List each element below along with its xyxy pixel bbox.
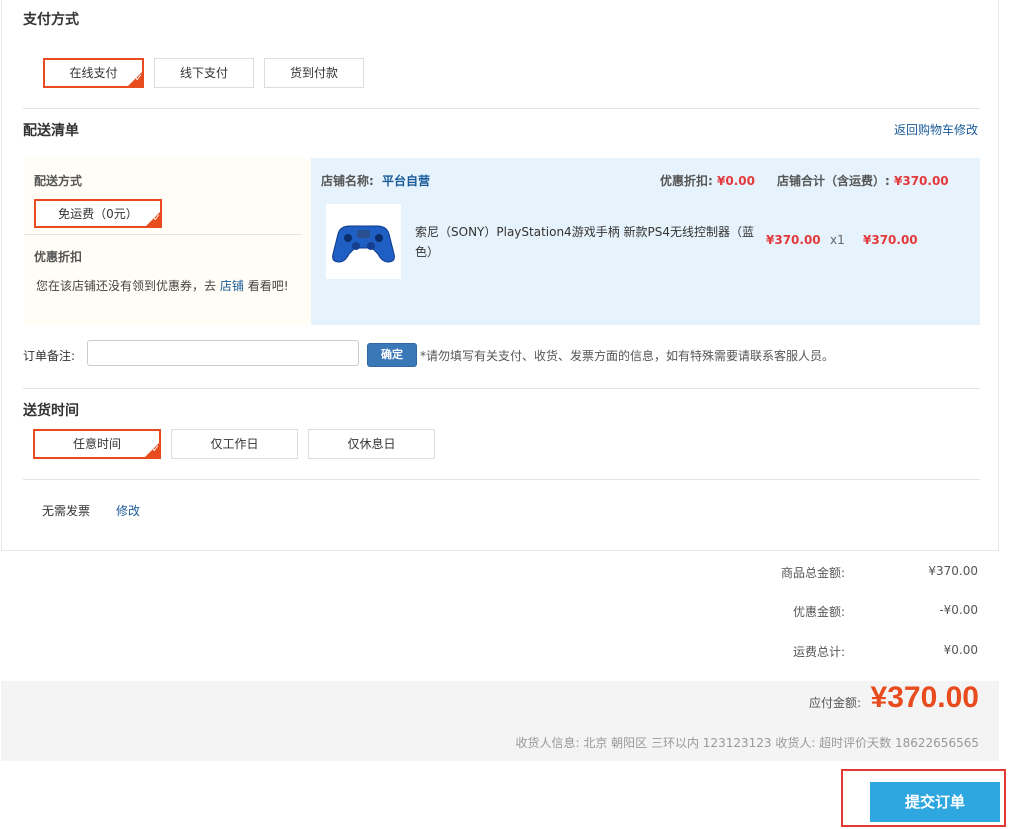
store-label: 店铺名称: bbox=[321, 174, 374, 188]
order-main-panel: 支付方式 在线支付 线下支付 货到付款 配送清单 返回购物车修改 配送方式 免运… bbox=[1, 0, 999, 551]
shipping-total-label: 运费总计: bbox=[792, 645, 845, 659]
goods-total-label: 商品总金额: bbox=[780, 566, 845, 580]
delivery-time-label: 任意时间 bbox=[72, 437, 121, 451]
product-price: ¥370.00 bbox=[766, 233, 821, 247]
back-to-cart-link[interactable]: 返回购物车修改 bbox=[894, 121, 978, 138]
check-icon bbox=[143, 441, 161, 459]
payment-option-cod[interactable]: 货到付款 bbox=[264, 58, 364, 88]
store-name-label: 店铺名称: 平台自营 bbox=[321, 172, 430, 189]
payable-value: ¥370.00 bbox=[870, 681, 979, 714]
shipping-method-label: 配送方式 bbox=[34, 174, 83, 188]
delivery-time-weekdays[interactable]: 仅工作日 bbox=[171, 429, 298, 459]
delivery-time-weekends[interactable]: 仅休息日 bbox=[308, 429, 435, 459]
payable-label: 应付金额: bbox=[808, 696, 861, 710]
discount-amount-value: -¥0.00 bbox=[939, 603, 978, 617]
shipping-option-free[interactable]: 免运费（0元） bbox=[34, 199, 162, 228]
remark-label: 订单备注: bbox=[23, 349, 76, 363]
delivery-time-label: 仅工作日 bbox=[210, 437, 259, 451]
submit-order-button[interactable]: 提交订单 bbox=[870, 782, 1000, 822]
remark-input[interactable] bbox=[87, 340, 359, 366]
store-discount-label: 优惠折扣: bbox=[660, 174, 713, 188]
invoice-text: 无需发票 bbox=[42, 504, 91, 518]
store-discount-value: ¥0.00 bbox=[717, 174, 755, 188]
delivery-time-label: 仅休息日 bbox=[347, 437, 396, 451]
divider bbox=[23, 479, 980, 480]
store-link[interactable]: 店铺 bbox=[220, 279, 244, 293]
goods-total-value: ¥370.00 bbox=[928, 564, 978, 578]
delivery-time-any[interactable]: 任意时间 bbox=[33, 429, 161, 459]
store-total-value: ¥370.00 bbox=[894, 174, 949, 188]
payment-option-online[interactable]: 在线支付 bbox=[43, 58, 144, 88]
discount-label: 优惠折扣 bbox=[34, 250, 83, 264]
store-name-link[interactable]: 平台自营 bbox=[382, 174, 430, 188]
remark-confirm-button[interactable]: 确定 bbox=[367, 343, 417, 367]
gamepad-icon bbox=[326, 204, 401, 279]
delivery-time-title: 送货时间 bbox=[23, 403, 79, 419]
payment-section-title: 支付方式 bbox=[23, 12, 79, 28]
store-items-panel: 店铺名称: 平台自营 优惠折扣: ¥0.00 店铺合计（含运费）: ¥370.0… bbox=[311, 158, 980, 325]
submit-highlight: 提交订单 bbox=[841, 769, 1006, 827]
payment-option-offline[interactable]: 线下支付 bbox=[154, 58, 254, 88]
shipping-option-label: 免运费（0元） bbox=[58, 207, 138, 221]
payment-option-label: 货到付款 bbox=[289, 66, 338, 80]
shipping-options-panel: 配送方式 免运费（0元） 优惠折扣 您在该店铺还没有领到优惠券，去 店铺 看看吧… bbox=[24, 158, 311, 325]
product-image[interactable] bbox=[326, 204, 401, 279]
discount-note: 您在该店铺还没有领到优惠券，去 店铺 看看吧! bbox=[36, 277, 289, 294]
product-subtotal: ¥370.00 bbox=[863, 233, 918, 247]
receiver-info: 收货人信息: 北京 朝阳区 三环以内 123123123 收货人: 超时评价天数… bbox=[515, 736, 980, 750]
product-qty: x1 bbox=[830, 233, 845, 247]
discount-note-suffix: 看看吧! bbox=[247, 279, 289, 293]
product-name[interactable]: 索尼（SONY）PlayStation4游戏手柄 新款PS4无线控制器（蓝色） bbox=[415, 222, 755, 262]
divider bbox=[23, 108, 980, 109]
discount-note-text: 您在该店铺还没有领到优惠券，去 bbox=[36, 279, 217, 293]
check-icon bbox=[144, 210, 162, 228]
payable-panel: 应付金额: ¥370.00 收货人信息: 北京 朝阳区 三环以内 1231231… bbox=[1, 681, 999, 761]
divider bbox=[23, 388, 980, 389]
divider bbox=[24, 234, 302, 235]
check-icon bbox=[126, 70, 144, 88]
payment-option-label: 线下支付 bbox=[179, 66, 228, 80]
store-total-label: 店铺合计（含运费）: bbox=[777, 174, 890, 188]
remark-hint: *请勿填写有关支付、收货、发票方面的信息，如有特殊需要请联系客服人员。 bbox=[420, 349, 835, 363]
shipping-total-value: ¥0.00 bbox=[943, 643, 978, 657]
store-discount: 优惠折扣: ¥0.00 bbox=[660, 172, 755, 189]
payment-option-label: 在线支付 bbox=[69, 66, 118, 80]
invoice-edit-link[interactable]: 修改 bbox=[116, 502, 140, 519]
store-total: 店铺合计（含运费）: ¥370.00 bbox=[777, 172, 949, 189]
discount-amount-label: 优惠金额: bbox=[792, 605, 845, 619]
delivery-list-title: 配送清单 bbox=[23, 123, 79, 139]
